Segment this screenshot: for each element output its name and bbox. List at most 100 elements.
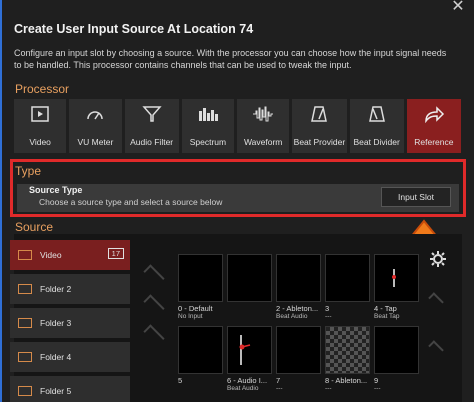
metronome-icon bbox=[311, 106, 328, 122]
folder-item-5[interactable]: Folder 5 bbox=[10, 376, 130, 402]
metronome-icon bbox=[368, 106, 385, 122]
source-slot[interactable]: 0 - Default No Input bbox=[178, 254, 223, 320]
folder-icon bbox=[18, 250, 32, 260]
folder-count-badge: 17 bbox=[107, 248, 124, 259]
folder-item-video[interactable]: Video 17 bbox=[10, 240, 130, 270]
processor-vu-meter-button[interactable]: VU Meter bbox=[69, 99, 122, 153]
folder-icon bbox=[18, 386, 32, 396]
processor-reference-button[interactable]: Reference bbox=[406, 99, 461, 153]
slot-sublabel: Beat Audio bbox=[227, 385, 259, 392]
slot-sublabel: Beat Tap bbox=[374, 313, 400, 320]
source-type-subtitle: Choose a source type and select a source… bbox=[39, 197, 223, 207]
processor-label-spectrum: Spectrum bbox=[189, 137, 227, 147]
folder-item-3[interactable]: Folder 3 bbox=[10, 308, 130, 338]
processor-label-vu-meter: VU Meter bbox=[77, 137, 114, 147]
audio-preview-icon bbox=[239, 335, 251, 365]
source-label: Source bbox=[15, 220, 54, 234]
slot-thumbnail bbox=[325, 326, 370, 374]
folder-label: Folder 3 bbox=[40, 318, 72, 328]
slot-label: 0 - Default bbox=[178, 304, 213, 313]
folder-label: Folder 2 bbox=[40, 284, 72, 294]
processor-video-button[interactable]: Video bbox=[14, 99, 67, 153]
slot-thumbnail bbox=[276, 326, 321, 374]
gear-icon[interactable] bbox=[429, 250, 447, 273]
scroll-chevrons[interactable] bbox=[134, 250, 174, 400]
processor-label-waveform: Waveform bbox=[243, 137, 283, 147]
slot-label: 5 bbox=[178, 376, 183, 385]
processor-toolbar: Video VU Meter Audio Filter Spectrum Wav… bbox=[14, 99, 461, 153]
type-highlight-box: Type Source Type Choose a source type an… bbox=[10, 159, 466, 217]
waveform-icon bbox=[253, 106, 274, 122]
slot-thumbnail bbox=[374, 254, 419, 302]
processor-label: Processor bbox=[15, 82, 70, 96]
slot-thumbnail bbox=[374, 326, 419, 374]
chevron-up-icon bbox=[143, 294, 165, 316]
slot-sublabel: --- bbox=[374, 385, 381, 392]
right-scroll-chevrons[interactable] bbox=[422, 280, 450, 400]
folder-item-4[interactable]: Folder 4 bbox=[10, 342, 130, 372]
chevron-up-icon bbox=[428, 292, 444, 308]
processor-label-beat-divider: Beat Divider bbox=[353, 137, 400, 147]
source-slot[interactable]: 8 - Ableton... --- bbox=[325, 326, 370, 392]
dialog-description: Configure an input slot by choosing a so… bbox=[14, 48, 447, 70]
source-type-title: Source Type bbox=[29, 185, 83, 195]
type-label: Type bbox=[15, 164, 42, 178]
source-slot[interactable]: 2 - Ableton... Beat Audio bbox=[276, 254, 321, 320]
source-slot[interactable]: 7 --- bbox=[276, 326, 321, 392]
source-slot[interactable]: 9 --- bbox=[374, 326, 419, 392]
slot-sublabel: No Input bbox=[178, 313, 203, 320]
dialog-title: Create User Input Source At Location 74 bbox=[14, 22, 254, 36]
slot-thumbnail bbox=[276, 254, 321, 302]
slot-thumbnail bbox=[178, 326, 223, 374]
source-slot[interactable]: 4 - Tap Beat Tap bbox=[374, 254, 419, 320]
slot-thumbnail bbox=[325, 254, 370, 302]
folder-list: Video 17 Folder 2 Folder 3 Folder 4 Fold… bbox=[10, 240, 130, 402]
tap-preview-icon bbox=[392, 269, 396, 287]
share-arrow-icon bbox=[425, 106, 444, 123]
slot-sublabel: Beat Audio bbox=[276, 313, 308, 320]
input-slot-button[interactable]: Input Slot bbox=[381, 187, 451, 207]
source-slot[interactable]: 5 bbox=[178, 326, 223, 385]
slot-sublabel: --- bbox=[276, 385, 283, 392]
processor-spectrum-button[interactable]: Spectrum bbox=[181, 99, 235, 153]
processor-label-beat-provider: Beat Provider bbox=[293, 137, 346, 147]
processor-beat-divider-button[interactable]: Beat Divider bbox=[349, 99, 404, 153]
video-icon bbox=[31, 106, 49, 122]
slot-sublabel: --- bbox=[325, 313, 332, 320]
processor-label-audio-filter: Audio Filter bbox=[130, 137, 174, 147]
folder-icon bbox=[18, 352, 32, 362]
folder-label: Folder 4 bbox=[40, 352, 72, 362]
slot-thumbnail bbox=[178, 254, 223, 302]
slot-label: 8 - Ableton... bbox=[325, 376, 368, 385]
processor-audio-filter-button[interactable]: Audio Filter bbox=[124, 99, 179, 153]
slot-sublabel: --- bbox=[325, 385, 332, 392]
chevron-up-icon bbox=[428, 340, 444, 356]
folder-label: Video bbox=[40, 250, 62, 260]
slot-label: 7 bbox=[276, 376, 281, 385]
gauge-icon bbox=[87, 111, 104, 120]
close-icon[interactable]: ✕ bbox=[448, 0, 468, 15]
slot-thumbnail bbox=[227, 326, 272, 374]
spectrum-icon bbox=[198, 108, 218, 121]
chevron-up-icon bbox=[143, 324, 165, 346]
processor-label-reference: Reference bbox=[414, 137, 454, 147]
source-type-row: Source Type Choose a source type and sel… bbox=[17, 184, 459, 212]
source-slot[interactable]: 6 - Audio I... Beat Audio bbox=[227, 326, 272, 392]
dialog-window: ✕ Create User Input Source At Location 7… bbox=[0, 0, 474, 402]
filter-icon bbox=[141, 106, 162, 122]
slot-label: 6 - Audio I... bbox=[227, 376, 268, 385]
slot-label: 4 - Tap bbox=[374, 304, 397, 313]
processor-beat-provider-button[interactable]: Beat Provider bbox=[292, 99, 347, 153]
processor-waveform-button[interactable]: Waveform bbox=[237, 99, 290, 153]
folder-icon bbox=[18, 318, 32, 328]
folder-label: Folder 5 bbox=[40, 386, 72, 396]
slot-label: 3 bbox=[325, 304, 330, 313]
slot-label: 2 - Ableton... bbox=[276, 304, 319, 313]
folder-item-2[interactable]: Folder 2 bbox=[10, 274, 130, 304]
folder-icon bbox=[18, 284, 32, 294]
chevron-up-icon bbox=[143, 264, 165, 286]
source-slot[interactable] bbox=[227, 254, 272, 304]
processor-label-video: Video bbox=[29, 137, 51, 147]
slot-label: 9 bbox=[374, 376, 379, 385]
source-slot[interactable]: 3 --- bbox=[325, 254, 370, 320]
